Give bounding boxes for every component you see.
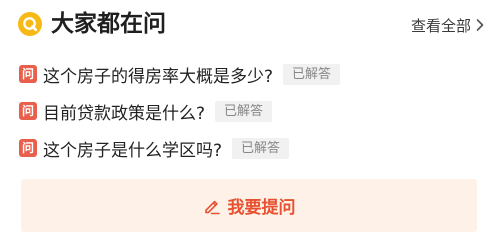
question-badge: 问 — [19, 65, 37, 83]
question-item[interactable]: 问 这个房子是什么学区吗? 已解答 — [19, 134, 489, 162]
view-all-label: 查看全部 — [410, 16, 471, 35]
answered-badge: 已解答 — [215, 100, 273, 122]
question-item[interactable]: 问 这个房子的得房率大概是多少? 已解答 — [19, 60, 489, 88]
question-item[interactable]: 问 目前贷款政策是什么? 已解答 — [19, 97, 489, 125]
q-logo-icon — [18, 12, 42, 36]
view-all-link[interactable]: 查看全部 — [411, 14, 484, 36]
question-text: 这个房子是什么学区吗? — [43, 140, 223, 161]
question-list: 问 这个房子的得房率大概是多少? 已解答 问 目前贷款政策是什么? 已解答 问 … — [19, 60, 489, 171]
section-header: 大家都在问 查看全部 — [0, 0, 499, 50]
question-badge: 问 — [19, 102, 37, 120]
question-text: 目前贷款政策是什么? — [43, 103, 206, 124]
ask-question-label: 我要提问 — [227, 198, 296, 218]
ask-question-button[interactable]: 我要提问 — [21, 179, 477, 232]
pencil-icon — [203, 197, 221, 215]
chevron-right-icon — [476, 18, 484, 32]
question-badge: 问 — [19, 139, 37, 157]
section-title: 大家都在问 — [51, 11, 166, 37]
answered-badge: 已解答 — [232, 137, 290, 159]
answered-badge: 已解答 — [283, 63, 341, 85]
question-text: 这个房子的得房率大概是多少? — [43, 66, 274, 87]
